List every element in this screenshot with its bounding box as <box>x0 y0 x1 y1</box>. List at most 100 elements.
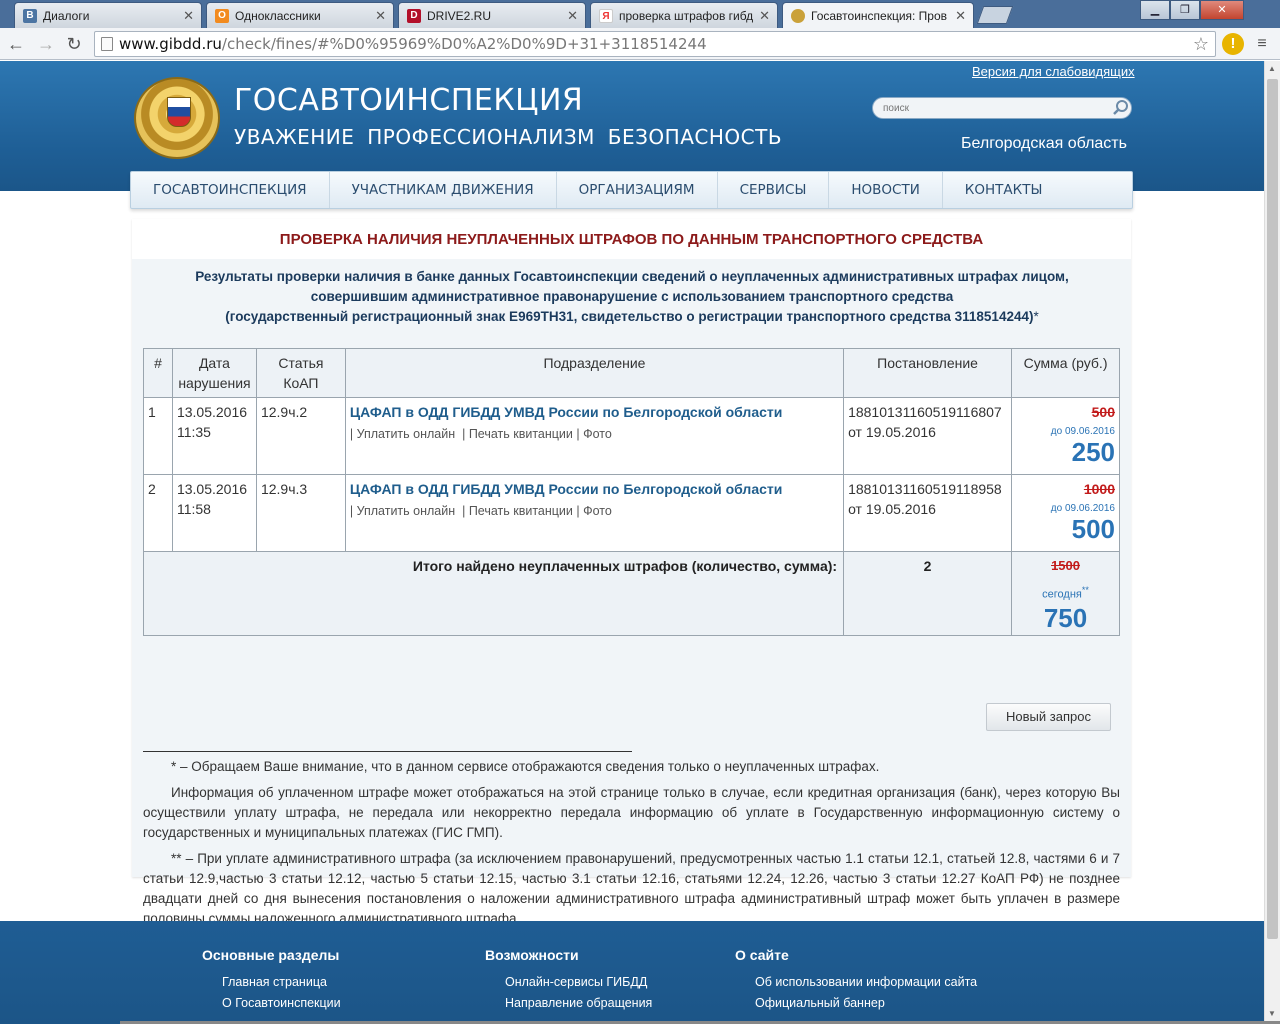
close-tab-icon[interactable]: ✕ <box>955 8 966 24</box>
vk-icon: В <box>23 8 37 23</box>
total-sum-cell: 1500 сегодня** 750 <box>1011 551 1120 636</box>
gibdd-icon <box>791 9 805 23</box>
tab-label: DRIVE2.RU <box>427 8 492 23</box>
footer-link[interactable]: Онлайн-сервисы ГИБДД <box>505 972 652 993</box>
gibdd-emblem-logo[interactable] <box>134 77 220 159</box>
reload-icon[interactable]: ↻ <box>62 32 86 56</box>
footer-link[interactable]: Об использовании информации сайта <box>755 972 977 993</box>
violation-time: 11:58 <box>176 501 211 517</box>
new-tab-button[interactable] <box>976 6 1014 24</box>
tab-odnoklassniki[interactable]: О Одноклассники ✕ <box>206 2 394 28</box>
close-tab-icon[interactable]: ✕ <box>375 8 386 24</box>
decree-date: от 19.05.2016 <box>848 501 936 517</box>
search-icon[interactable] <box>1112 99 1130 117</box>
footer-link[interactable]: Направление обращения <box>505 993 652 1014</box>
photo-link[interactable]: Фото <box>583 427 612 441</box>
pay-online-link[interactable]: Уплатить онлайн <box>357 504 456 518</box>
search-input[interactable] <box>872 97 1132 119</box>
nav-services[interactable]: СЕРВИСЫ <box>718 172 830 208</box>
pay-online-link[interactable]: Уплатить онлайн <box>357 427 456 441</box>
intro-line: совершившим административное правонаруше… <box>310 289 954 304</box>
nav-gosavtoinspekciya[interactable]: ГОСАВТОИНСПЕКЦИЯ <box>131 172 330 208</box>
scroll-up-icon[interactable]: ▲ <box>1268 64 1276 73</box>
site-footer: Основные разделы Главная страница О Госа… <box>0 921 1264 1024</box>
extension-icon[interactable]: ! <box>1222 33 1244 55</box>
tab-drive2[interactable]: D DRIVE2.RU ✕ <box>398 2 586 28</box>
region-selector[interactable]: Белгородская область <box>961 135 1127 153</box>
accessibility-version-link[interactable]: Версия для слабовидящих <box>972 64 1135 79</box>
footer-link[interactable]: Официальный баннер <box>755 993 977 1014</box>
koap-article: 12.9ч.2 <box>255 397 346 475</box>
print-receipt-link[interactable]: Печать квитанции <box>469 427 573 441</box>
today-label: сегодня** <box>1016 580 1115 605</box>
violation-date: 13.05.2016 <box>176 404 248 420</box>
print-receipt-link[interactable]: Печать квитанции <box>469 504 573 518</box>
department-link[interactable]: ЦАФАП в ОДД ГИБДД УМВД России по Белгоро… <box>350 402 839 422</box>
footer-link[interactable]: О Госавтоинспекции <box>222 993 341 1014</box>
browser-menu-icon[interactable]: ≡ <box>1252 34 1272 54</box>
back-icon[interactable]: ← <box>4 32 28 56</box>
page-icon <box>101 37 113 51</box>
maximize-icon[interactable]: ❐ <box>1170 0 1200 20</box>
fine-actions: | Уплатить онлайн | Печать квитанции | Ф… <box>349 427 612 441</box>
scrollbar-thumb[interactable] <box>1267 79 1278 939</box>
today-text: сегодня <box>1042 588 1082 601</box>
nav-news[interactable]: НОВОСТИ <box>829 172 943 208</box>
address-bar[interactable]: www.gibdd.ru/check/fines/#%D0%95969%D0%A… <box>94 31 1216 57</box>
forward-icon[interactable]: → <box>34 32 58 56</box>
col-header-department: Подразделение <box>344 348 845 398</box>
total-discounted-amount: 750 <box>1043 602 1088 633</box>
violation-time: 11:35 <box>176 424 211 440</box>
fine-actions: | Уплатить онлайн | Печать квитанции | Ф… <box>349 504 612 518</box>
close-tab-icon[interactable]: ✕ <box>567 8 578 24</box>
violation-datetime: 13.05.2016 11:35 <box>171 397 257 475</box>
close-tab-icon[interactable]: ✕ <box>759 8 770 24</box>
drive2-icon: D <box>407 8 421 23</box>
intro-line: (государственный регистрационный знак Е9… <box>152 307 1112 327</box>
nav-road-users[interactable]: УЧАСТНИКАМ ДВИЖЕНИЯ <box>330 172 557 208</box>
site-title[interactable]: ГОСАВТОИНСПЕКЦИЯ <box>234 83 583 118</box>
footnote-text: Информация об уплаченном штрафе может от… <box>143 785 1120 840</box>
tab-label: Госавтоинспекция: Пров <box>811 9 948 23</box>
col-header-date: Дата нарушения <box>171 348 257 398</box>
bookmark-star-icon[interactable]: ☆ <box>1193 33 1209 57</box>
photo-link[interactable]: Фото <box>583 504 612 518</box>
minimize-icon[interactable]: ▁ <box>1140 0 1170 20</box>
original-amount: 500 <box>1091 404 1115 420</box>
row-number: 2 <box>143 474 173 552</box>
tab-label: Одноклассники <box>235 8 321 23</box>
sum-cell: 500 до 09.06.2016 250 <box>1011 397 1120 475</box>
tab-dialogs[interactable]: В Диалоги ✕ <box>14 2 202 28</box>
browser-toolbar: ← → ↻ www.gibdd.ru/check/fines/#%D0%9596… <box>0 28 1280 60</box>
footer-column-title: Основные разделы <box>202 947 340 963</box>
footnote-text: ** – При уплате административного штрафа… <box>143 851 1120 926</box>
new-request-button[interactable]: Новый запрос <box>986 703 1111 731</box>
tab-gibdd[interactable]: Госавтоинспекция: Пров ✕ <box>782 2 974 29</box>
fines-table: # Дата нарушения Статья КоАП Подразделен… <box>142 348 1120 636</box>
row-number: 1 <box>143 397 173 475</box>
table-header-row: # Дата нарушения Статья КоАП Подразделен… <box>143 348 1120 398</box>
discounted-amount: 250 <box>1071 437 1115 467</box>
scroll-down-icon[interactable]: ▼ <box>1268 1009 1276 1018</box>
department-link[interactable]: ЦАФАП в ОДД ГИБДД УМВД России по Белгоро… <box>350 479 839 499</box>
page-viewport: ГОСАВТОИНСПЕКЦИЯ УВАЖЕНИЕ ПРОФЕССИОНАЛИЗ… <box>0 61 1264 1024</box>
footer-link[interactable]: Главная страница <box>222 972 341 993</box>
total-count: 2 <box>843 551 1013 636</box>
footnote-mark: ** <box>1081 585 1089 595</box>
sum-cell: 1000 до 09.06.2016 500 <box>1011 474 1120 552</box>
col-header-decree: Постановление <box>843 348 1013 398</box>
footer-column-title: О сайте <box>735 947 789 963</box>
department-cell: ЦАФАП в ОДД ГИБДД УМВД России по Белгоро… <box>344 474 845 552</box>
page-title: ПРОВЕРКА НАЛИЧИЯ НЕУПЛАЧЕННЫХ ШТРАФОВ ПО… <box>279 231 984 248</box>
nav-contacts[interactable]: КОНТАКТЫ <box>943 172 1065 208</box>
col-header-number: # <box>143 348 173 398</box>
page-scrollbar[interactable]: ▲ ▼ <box>1264 61 1280 1024</box>
close-tab-icon[interactable]: ✕ <box>183 8 194 24</box>
tab-yandex-search[interactable]: Я проверка штрафов гибд ✕ <box>590 2 778 28</box>
department-cell: ЦАФАП в ОДД ГИБДД УМВД России по Белгоро… <box>344 397 845 475</box>
violation-date: 13.05.2016 <box>176 481 248 497</box>
tab-label: проверка штрафов гибд <box>619 8 754 23</box>
intro-line: Результаты проверки наличия в банке данн… <box>195 269 1069 284</box>
close-window-icon[interactable]: ✕ <box>1200 0 1244 20</box>
nav-organizations[interactable]: ОРГАНИЗАЦИЯМ <box>557 172 718 208</box>
